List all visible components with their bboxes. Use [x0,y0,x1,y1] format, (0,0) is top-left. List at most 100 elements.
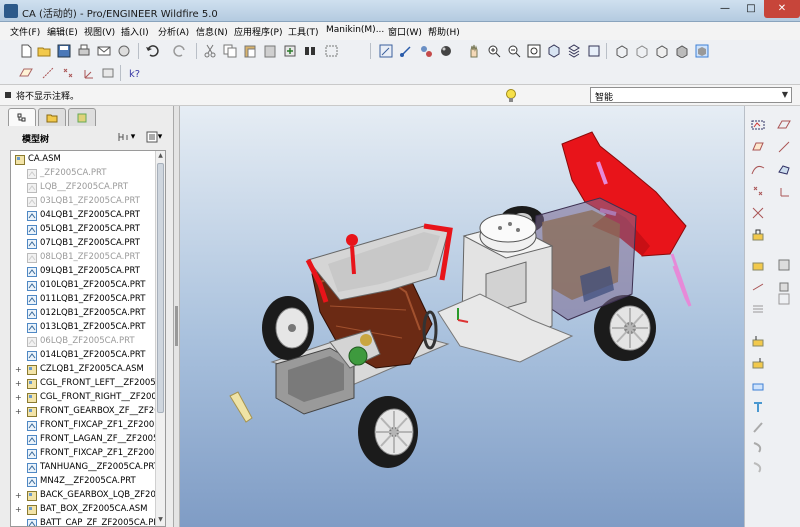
find-icon[interactable] [302,43,318,59]
expand-icon[interactable] [15,226,23,234]
tree-row[interactable]: FRONT_LAGAN_ZF__ZF2005 [11,433,157,447]
expand-icon[interactable]: + [15,394,23,402]
cut-icon[interactable] [202,43,218,59]
tree-row[interactable]: BATT_CAP_ZF_ZF2005CA.PRT [11,517,157,526]
menu-help[interactable]: 帮助(H) [428,25,460,38]
menu-file[interactable]: 文件(F) [10,25,40,38]
chamfer-icon[interactable] [749,354,767,372]
pattern-icon[interactable] [749,300,767,318]
axis-icon[interactable] [775,138,793,156]
graphics-window[interactable] [180,106,744,527]
expand-icon[interactable]: + [15,492,23,500]
hidden-line-icon[interactable] [634,43,650,59]
tree-row[interactable]: 04LQB1_ZF2005CA.PRT [11,209,157,223]
plane-icon[interactable] [775,116,793,134]
view-manager-icon[interactable] [566,43,582,59]
shell-icon[interactable] [749,398,767,416]
wireframe-icon[interactable] [614,43,630,59]
csys-icon[interactable] [775,182,793,200]
coord-sys-icon[interactable] [80,65,96,81]
tree-row[interactable]: 05LQB1_ZF2005CA.PRT [11,223,157,237]
tree-row[interactable]: 08LQB1_ZF2005CA.PRT [11,251,157,265]
close-window-icon[interactable] [116,43,132,59]
hole-icon[interactable] [749,376,767,394]
round-icon[interactable] [749,332,767,350]
tree-row[interactable]: 06LQB_ZF2005CA.PRT [11,335,157,349]
tree-row[interactable]: 011LQB1_ZF2005CA.PRT [11,293,157,307]
open-icon[interactable] [36,43,52,59]
expand-icon[interactable] [15,282,23,290]
datum-plane-icon[interactable] [749,138,767,156]
menu-analysis[interactable]: 分析(A) [158,25,189,38]
print-icon[interactable] [76,43,92,59]
expand-icon[interactable] [15,450,23,458]
repaint-icon[interactable] [378,43,394,59]
curve-icon[interactable] [749,160,767,178]
menu-edit[interactable]: 编辑(E) [47,25,78,38]
grid-icon[interactable] [775,290,793,308]
datum-axes-icon[interactable] [40,65,56,81]
tree-row[interactable]: + BACK_GEARBOX_LQB_ZF200 [11,489,157,503]
sketch-icon[interactable] [749,116,767,134]
tree-row[interactable]: TANHUANG__ZF2005CA.PRT [11,461,157,475]
scroll-down-icon[interactable]: ▼ [157,516,164,525]
surface-icon[interactable] [775,160,793,178]
paste-icon[interactable] [242,43,258,59]
shading-active-icon[interactable] [694,43,710,59]
coord-sys-2-icon[interactable] [100,65,116,81]
tree-show-icon[interactable]: ▾ [144,129,164,145]
expand-icon[interactable] [15,212,23,220]
paste-special-icon[interactable] [262,43,278,59]
tree-row[interactable]: FRONT_FIXCAP_ZF1_ZF2005 [11,419,157,433]
expand-icon[interactable] [15,422,23,430]
pan-icon[interactable] [466,43,482,59]
create-icon[interactable] [749,256,767,274]
tree-scrollbar[interactable]: ▲ ▼ [155,151,165,526]
tree-row[interactable]: LQB__ZF2005CA.PRT [11,181,157,195]
tree-row[interactable]: CA.ASM [11,153,157,167]
saved-views-icon[interactable] [586,43,602,59]
reorient-icon[interactable] [546,43,562,59]
expand-icon[interactable] [15,352,23,360]
expand-icon[interactable]: + [15,408,23,416]
tree-row[interactable]: _ZF2005CA.PRT [11,167,157,181]
menu-info[interactable]: 信息(N) [196,25,228,38]
expand-icon[interactable]: + [15,506,23,514]
expand-icon[interactable] [15,240,23,248]
expand-icon[interactable] [15,436,23,444]
tree-row[interactable]: 07LQB1_ZF2005CA.PRT [11,237,157,251]
expand-icon[interactable] [15,254,23,262]
undo-icon[interactable] [144,43,160,59]
shading-icon[interactable] [674,43,690,59]
expand-icon[interactable] [15,464,23,472]
send-icon[interactable] [96,43,112,59]
tree-row[interactable]: 013LQB1_ZF2005CA.PRT [11,321,157,335]
menu-insert[interactable]: 插入(I) [121,25,149,38]
datum-points-icon[interactable] [60,65,76,81]
cut-feature-icon[interactable] [749,458,767,476]
zoom-out-icon[interactable] [506,43,522,59]
tree-row[interactable]: FRONT_FIXCAP_ZF1_ZF2005 [11,447,157,461]
expand-icon[interactable] [15,520,23,526]
new-icon[interactable] [18,43,34,59]
menu-tools[interactable]: 工具(T) [288,25,319,38]
no-hidden-icon[interactable] [654,43,670,59]
expand-icon[interactable] [15,268,23,276]
draft-icon[interactable] [749,438,767,456]
tree-row[interactable]: 012LQB1_ZF2005CA.PRT [11,307,157,321]
tree-row[interactable]: + CGL_FRONT_LEFT__ZF2005 [11,377,157,391]
tree-row[interactable]: + BAT_BOX_ZF2005CA.ASM [11,503,157,517]
maximize-button[interactable]: □ [738,0,764,18]
expand-icon[interactable] [15,198,23,206]
refit-icon[interactable] [526,43,542,59]
copy-icon[interactable] [222,43,238,59]
expand-icon[interactable]: + [15,366,23,374]
expand-icon[interactable] [15,324,23,332]
expand-icon[interactable] [15,296,23,304]
context-help-icon[interactable]: k? [126,65,142,81]
tree-row[interactable]: 09LQB1_ZF2005CA.PRT [11,265,157,279]
orient-icon[interactable] [418,43,434,59]
tab-folder-browser[interactable] [38,108,66,126]
scroll-thumb[interactable] [157,163,164,413]
point-icon[interactable] [749,182,767,200]
